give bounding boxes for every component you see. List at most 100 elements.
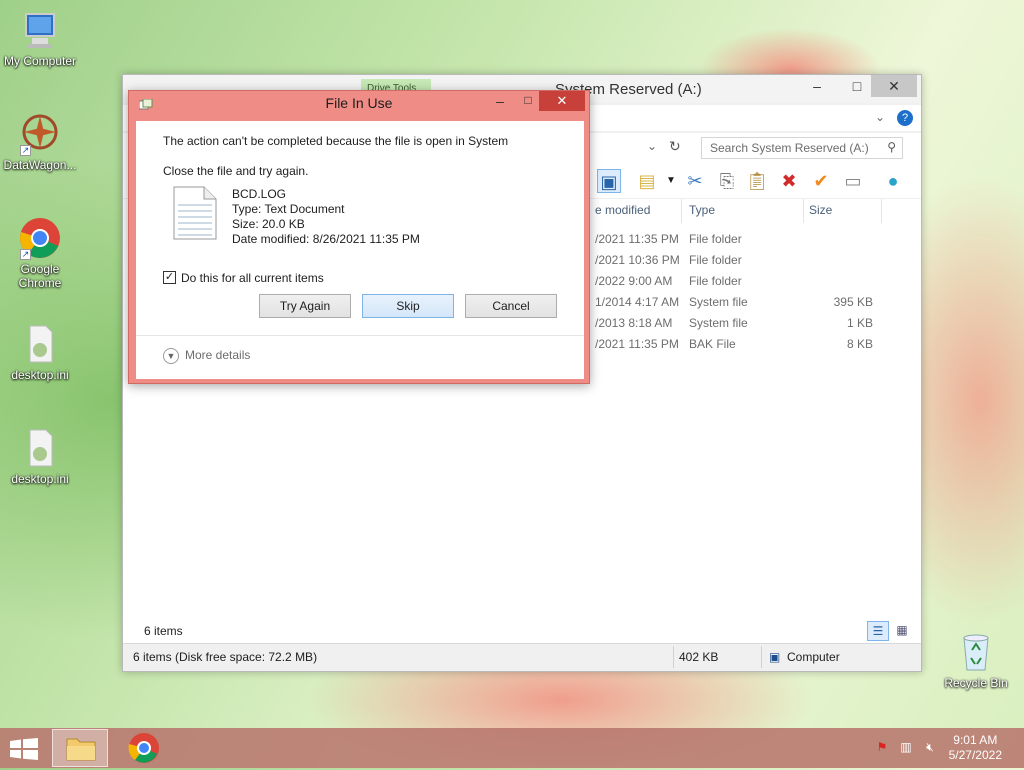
rename-icon[interactable]: ▭ <box>841 169 865 193</box>
clock-time: 9:01 AM <box>953 733 998 747</box>
refresh-icon[interactable]: ↻ <box>669 138 681 155</box>
windows-start-icon[interactable] <box>10 738 38 760</box>
cell-date: /2021 11:35 PM <box>595 232 679 246</box>
desktop-icon-datawagon[interactable]: ↗ DataWagon... <box>0 112 80 172</box>
cell-type: BAK File <box>689 337 736 351</box>
chrome-icon <box>128 733 159 763</box>
preview-pane-icon[interactable]: ▣ <box>597 169 621 193</box>
search-input[interactable]: Search System Reserved (A:) ⚲ <box>701 137 903 159</box>
file-name: BCD.LOG <box>232 187 287 201</box>
address-dropdown-icon[interactable]: ⌄ <box>647 139 657 153</box>
cell-date: /2021 10:36 PM <box>595 253 680 267</box>
file-in-use-dialog: File In Use – □ ✕ The action can't be co… <box>128 90 590 384</box>
clock-date: 5/27/2022 <box>948 748 1002 762</box>
cell-type: File folder <box>689 253 742 267</box>
dialog-message: The action can't be completed because th… <box>163 134 509 148</box>
computer-icon <box>18 8 62 52</box>
item-count-bar: 6 items ☰ ▦ <box>123 619 921 643</box>
status-size: 402 KB <box>679 650 719 664</box>
properties-icon[interactable]: ▤ <box>635 169 659 193</box>
dialog-maximize-button[interactable]: □ <box>515 93 541 113</box>
dialog-minimize-button[interactable]: – <box>487 93 513 113</box>
desktop-icon-label: Recycle Bin <box>944 676 1008 690</box>
maximize-button[interactable]: □ <box>843 75 871 97</box>
dropdown-arrow-icon[interactable]: ▼ <box>659 169 683 193</box>
paste-icon[interactable]: 📋︎ <box>745 169 769 193</box>
cell-type: System file <box>689 295 748 309</box>
recycle-bin-icon <box>954 630 998 674</box>
system-clock[interactable]: 9:01 AM 5/27/2022 <box>949 733 1002 763</box>
more-details-label: More details <box>185 348 251 363</box>
minimize-button[interactable]: ‒ <box>803 75 831 97</box>
skip-button[interactable]: Skip <box>362 294 454 318</box>
cell-date: /2021 11:35 PM <box>595 337 679 351</box>
chevron-down-icon[interactable]: ⌄ <box>875 110 885 124</box>
item-count: 6 items <box>144 624 183 638</box>
ini-file-icon <box>18 426 62 470</box>
search-placeholder: Search System Reserved (A:) <box>710 141 869 155</box>
cell-size: 395 KB <box>833 295 873 309</box>
taskbar: ⚑ ▥ 🔇︎ 9:01 AM 5/27/2022 <box>0 728 1024 768</box>
ini-file-icon <box>18 322 62 366</box>
taskbar-chrome[interactable] <box>116 729 172 767</box>
globe-icon[interactable]: ● <box>881 169 905 193</box>
column-separator[interactable] <box>681 199 682 223</box>
copy-icon[interactable]: ⎘ <box>715 169 739 193</box>
column-header-size[interactable]: Size <box>809 203 832 217</box>
dialog-body: The action can't be completed because th… <box>136 121 584 379</box>
cell-date: 1/2014 4:17 AM <box>595 295 680 309</box>
desktop-icon-label: DataWagon... <box>3 158 77 172</box>
more-details-toggle[interactable]: ▼ More details <box>163 348 250 368</box>
close-button[interactable]: ✕ <box>871 75 917 97</box>
status-disk-space: 6 items (Disk free space: 72.2 MB) <box>133 650 318 664</box>
desktop-icon-label: Google Chrome <box>18 262 62 290</box>
file-type: Type: Text Document <box>232 202 345 216</box>
cell-type: File folder <box>689 232 742 246</box>
delete-icon[interactable]: ✖ <box>777 169 801 193</box>
desktop-icon-label: desktop.ini <box>11 368 69 382</box>
desktop-icon-recycle-bin[interactable]: Recycle Bin <box>936 630 1016 690</box>
file-date-modified: Date modified: 8/26/2021 11:35 PM <box>232 232 420 246</box>
column-separator[interactable] <box>881 199 882 223</box>
cancel-button[interactable]: Cancel <box>465 294 557 318</box>
cell-date: /2022 9:00 AM <box>595 274 673 288</box>
taskbar-file-explorer[interactable] <box>52 729 108 767</box>
file-size: Size: 20.0 KB <box>232 217 305 231</box>
cell-type: System file <box>689 316 748 330</box>
checkbox-label: Do this for all current items <box>181 271 324 285</box>
folder-icon <box>66 738 96 761</box>
details-view-icon[interactable]: ☰ <box>867 621 889 641</box>
help-icon[interactable]: ? <box>897 110 913 126</box>
column-header-date-modified[interactable]: e modified <box>595 203 650 217</box>
chevron-down-icon: ▼ <box>163 348 179 364</box>
desktop-icon-desktop-ini-1[interactable]: desktop.ini <box>0 322 80 382</box>
datawagon-icon: ↗ <box>18 112 62 156</box>
desktop-icon-my-computer[interactable]: My Computer <box>0 8 80 68</box>
desktop-icon-label: desktop.ini <box>11 472 69 486</box>
desktop-icon-chrome[interactable]: ↗ Google Chrome <box>0 216 80 290</box>
computer-small-icon: ▣ <box>769 650 781 664</box>
network-icon[interactable]: ▥ <box>898 740 914 756</box>
cut-icon[interactable]: ✂ <box>683 169 707 193</box>
checkmark-icon[interactable]: ✔ <box>809 169 833 193</box>
divider <box>136 335 584 336</box>
status-location: Computer <box>787 650 840 664</box>
column-separator[interactable] <box>803 199 804 223</box>
status-bar: 6 items (Disk free space: 72.2 MB) 402 K… <box>123 643 921 671</box>
divider <box>761 646 762 668</box>
column-header-type[interactable]: Type <box>689 203 715 217</box>
large-icons-view-icon[interactable]: ▦ <box>891 621 913 641</box>
dialog-instruction: Close the file and try again. <box>163 164 309 178</box>
shortcut-arrow-icon: ↗ <box>20 145 31 156</box>
cell-size: 1 KB <box>846 316 873 330</box>
cell-size: 8 KB <box>846 337 873 351</box>
cell-date: /2013 8:18 AM <box>595 316 673 330</box>
action-center-flag-icon[interactable]: ⚑ <box>874 740 890 756</box>
volume-muted-icon[interactable]: 🔇︎ <box>922 740 938 756</box>
text-document-icon <box>173 186 217 240</box>
desktop-icon-desktop-ini-2[interactable]: desktop.ini <box>0 426 80 486</box>
try-again-button[interactable]: Try Again <box>259 294 351 318</box>
dialog-close-button[interactable]: ✕ <box>539 91 585 111</box>
cell-type: File folder <box>689 274 742 288</box>
do-this-for-all-checkbox[interactable]: ✓ <box>163 271 176 284</box>
